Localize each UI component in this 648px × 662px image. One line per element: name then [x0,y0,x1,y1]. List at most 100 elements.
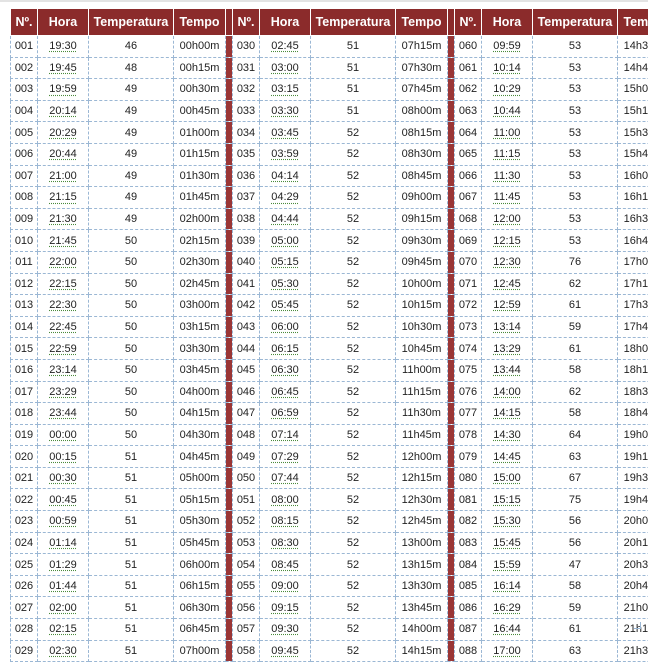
cell-hora: 05:30 [260,273,311,295]
cell-temperatura: 52 [311,316,396,338]
hora-value: 21:15 [49,191,77,203]
cell-hora: 15:00 [482,467,533,489]
table-row: 01422:455003h15m04306:005210h30m07313:14… [11,316,648,338]
cell-numero: 046 [233,381,260,403]
hora-value: 16:14 [493,580,521,592]
cell-tempo: 13h15m [396,554,448,576]
hora-value: 03:30 [271,105,299,117]
cell-temperatura: 61 [533,619,618,641]
cell-temperatura: 49 [89,165,174,187]
cell-hora: 11:00 [482,122,533,144]
cell-numero: 077 [455,403,482,425]
cell-numero: 003 [11,79,38,101]
cell-tempo: 21h00m [618,597,648,619]
cell-tempo: 13h00m [396,532,448,554]
cell-hora: 08:45 [260,554,311,576]
cell-numero: 062 [455,79,482,101]
cell-numero: 035 [233,143,260,165]
column-separator [448,79,455,101]
hora-value: 22:30 [49,299,77,311]
cell-temperatura: 50 [89,316,174,338]
cell-numero: 058 [233,640,260,662]
cell-numero: 057 [233,619,260,641]
table-row: 02601:445106h15m05509:005213h30m08516:14… [11,575,648,597]
cell-numero: 023 [11,511,38,533]
hora-value: 00:45 [49,494,77,506]
cell-temperatura: 56 [533,511,618,533]
table-row: 00119:304600h00m03002:455107h15m06009:59… [11,36,648,58]
hora-value: 07:14 [271,429,299,441]
hora-value: 04:29 [271,191,299,203]
cell-temperatura: 48 [89,57,174,79]
cell-temperatura: 51 [311,36,396,58]
cell-hora: 12:30 [482,251,533,273]
hora-value: 08:45 [271,559,299,571]
cell-hora: 15:59 [482,554,533,576]
hora-value: 21:00 [49,170,77,182]
cell-temperatura: 52 [311,208,396,230]
cell-tempo: 11h15m [396,381,448,403]
cell-numero: 006 [11,143,38,165]
cell-hora: 20:29 [38,122,89,144]
cell-hora: 17:00 [482,640,533,662]
cell-hora: 23:29 [38,381,89,403]
cell-tempo: 10h30m [396,316,448,338]
data-table: Nº.HoraTemperaturaTempoNº.HoraTemperatur… [10,8,648,662]
cell-hora: 15:30 [482,511,533,533]
hora-value: 13:29 [493,343,521,355]
cell-temperatura: 50 [89,424,174,446]
cell-temperatura: 56 [533,532,618,554]
cell-numero: 081 [455,489,482,511]
cell-temperatura: 46 [89,36,174,58]
table-row: 02000:155104h45m04907:295212h00m07914:45… [11,446,648,468]
cell-numero: 082 [455,511,482,533]
cell-hora: 02:00 [38,597,89,619]
column-separator [226,57,233,79]
cell-tempo: 01h45m [174,187,226,209]
hora-value: 05:15 [271,256,299,268]
header-hora: Hora [38,9,89,36]
cell-hora: 06:00 [260,316,311,338]
cell-temperatura: 67 [533,467,618,489]
cell-numero: 048 [233,424,260,446]
cell-temperatura: 58 [533,575,618,597]
cell-numero: 022 [11,489,38,511]
hora-value: 15:30 [493,515,521,527]
cell-hora: 00:45 [38,489,89,511]
hora-value: 16:44 [493,623,521,635]
hora-value: 11:00 [494,127,521,139]
cell-temperatura: 58 [533,403,618,425]
header-numero: Nº. [455,9,482,36]
column-separator [448,424,455,446]
column-separator [448,251,455,273]
cell-hora: 23:14 [38,359,89,381]
cell-temperatura: 49 [89,208,174,230]
cell-numero: 088 [455,640,482,662]
table-row: 00420:144900h45m03303:305108h00m06310:44… [11,100,648,122]
table-row: 02501:295106h00m05408:455213h15m08415:59… [11,554,648,576]
cell-hora: 22:59 [38,338,89,360]
cell-temperatura: 52 [311,554,396,576]
table-body: 00119:304600h00m03002:455107h15m06009:59… [11,36,648,662]
column-separator [226,338,233,360]
cell-tempo: 03h15m [174,316,226,338]
cell-tempo: 19h45m [618,489,648,511]
header-numero: Nº. [11,9,38,36]
hora-value: 14:00 [493,386,521,398]
cell-numero: 039 [233,230,260,252]
cell-temperatura: 52 [311,122,396,144]
cell-tempo: 13h30m [396,575,448,597]
page-corner-mark [634,622,641,629]
cell-tempo: 15h45m [618,143,648,165]
column-separator [226,403,233,425]
hora-value: 20:14 [49,105,77,117]
cell-hora: 19:59 [38,79,89,101]
cell-temperatura: 51 [89,619,174,641]
column-separator [448,273,455,295]
column-separator [448,381,455,403]
cell-numero: 053 [233,532,260,554]
cell-numero: 055 [233,575,260,597]
cell-temperatura: 58 [533,359,618,381]
cell-tempo: 04h45m [174,446,226,468]
cell-tempo: 14h45m [618,57,648,79]
